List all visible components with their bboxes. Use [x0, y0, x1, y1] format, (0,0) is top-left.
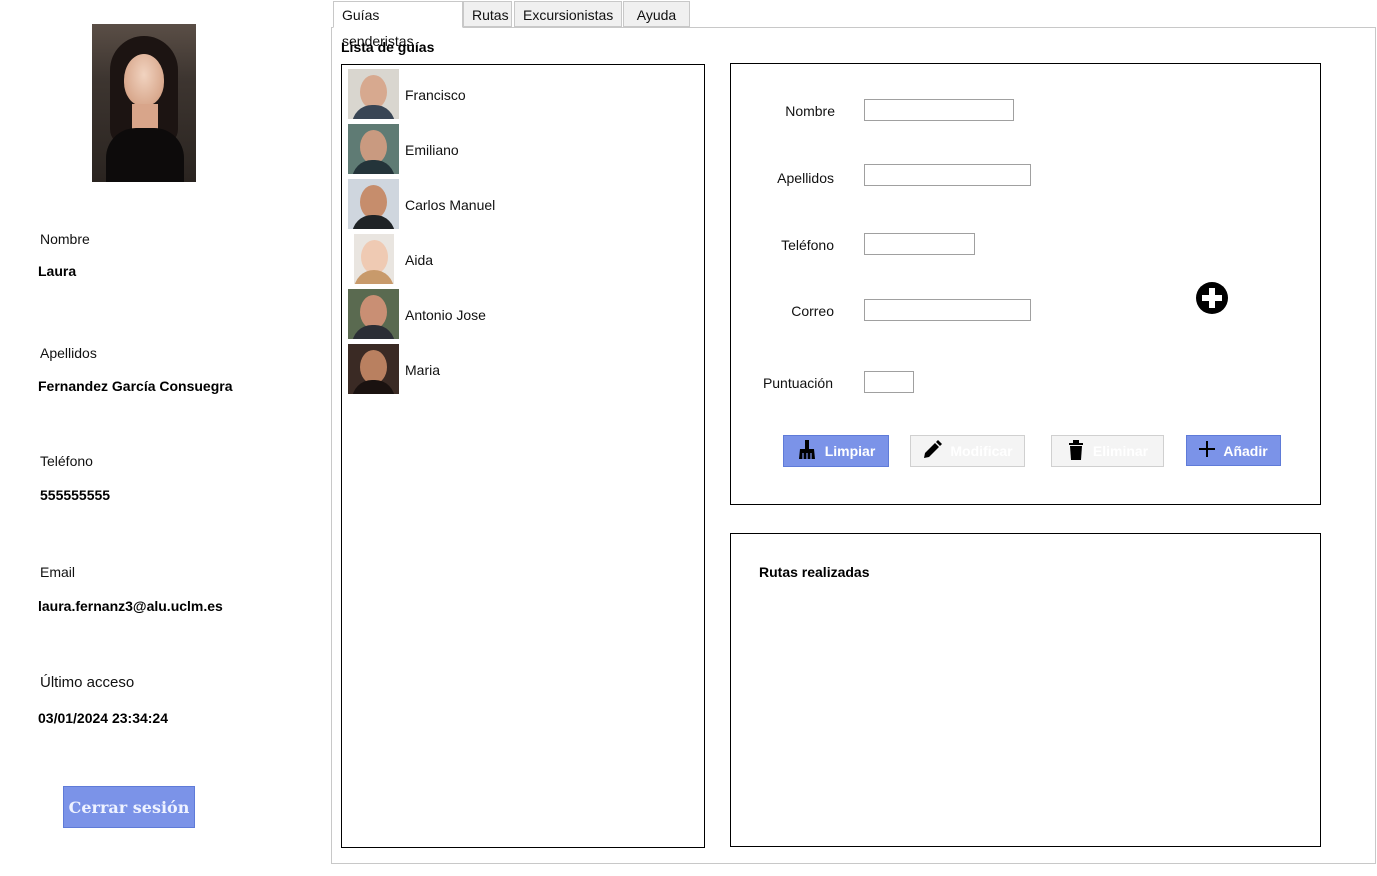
trash-icon [1067, 439, 1085, 463]
telefono-label: Teléfono [781, 237, 834, 253]
apellidos-field[interactable] [864, 164, 1031, 186]
broom-icon [797, 439, 817, 463]
anadir-label: Añadir [1223, 442, 1268, 459]
list-item[interactable]: Antonio Jose [348, 289, 648, 339]
tab-ayuda[interactable]: Ayuda [623, 1, 690, 27]
profile-ultimo-acceso-label: Último acceso [40, 674, 135, 691]
rutas-realizadas-panel [730, 533, 1321, 847]
rutas-realizadas-title: Rutas realizadas [759, 564, 870, 580]
list-item[interactable]: Maria [348, 344, 648, 394]
nombre-label: Nombre [785, 103, 835, 119]
pencil-icon [922, 439, 943, 463]
puntuacion-label: Puntuación [762, 375, 833, 391]
avatar [348, 344, 399, 394]
limpiar-button[interactable]: Limpiar [783, 435, 889, 467]
tab-guias-senderistas[interactable]: Guías senderistas [333, 1, 463, 49]
guides-list-title: Lista de guías [341, 39, 435, 55]
guide-name: Antonio Jose [405, 307, 486, 323]
profile-email-value: laura.fernanz3@alu.uclm.es [38, 598, 223, 614]
guide-name: Maria [405, 362, 441, 378]
add-photo-icon[interactable] [1195, 281, 1229, 315]
profile-email-label: Email [40, 564, 76, 580]
modificar-label: Modificar [950, 443, 1013, 459]
list-item[interactable]: Francisco [348, 69, 648, 119]
profile-apellidos-value: Fernandez García Consuegra [38, 378, 233, 394]
profile-telefono-value: 555555555 [40, 487, 111, 503]
correo-field[interactable] [864, 299, 1031, 321]
guide-name: Aida [405, 252, 434, 268]
profile-nombre-value: Laura [38, 263, 77, 279]
profile-telefono-label: Teléfono [40, 453, 93, 469]
apellidos-label: Apellidos [777, 170, 834, 186]
nombre-field[interactable] [864, 99, 1014, 121]
eliminar-button[interactable]: Eliminar [1051, 435, 1164, 467]
profile-ultimo-acceso-value: 03/01/2024 23:34:24 [38, 710, 168, 726]
logout-button[interactable]: Cerrar sesión [63, 786, 195, 828]
avatar [354, 234, 394, 284]
tab-excursionistas[interactable]: Excursionistas [514, 1, 622, 27]
anadir-button[interactable]: Añadir [1186, 435, 1281, 466]
avatar [348, 289, 399, 339]
telefono-field[interactable] [864, 233, 975, 255]
profile-nombre-label: Nombre [40, 231, 90, 247]
modificar-button[interactable]: Modificar [910, 435, 1025, 467]
list-item[interactable]: Carlos Manuel [348, 179, 648, 229]
tab-rutas[interactable]: Rutas [463, 1, 512, 27]
user-photo [92, 24, 196, 182]
list-item[interactable]: Aida [348, 234, 648, 284]
plus-icon [1199, 441, 1216, 460]
correo-label: Correo [791, 303, 834, 319]
guide-name: Francisco [405, 87, 466, 103]
profile-apellidos-label: Apellidos [40, 345, 97, 361]
limpiar-label: Limpiar [824, 443, 876, 459]
avatar [348, 69, 399, 119]
puntuacion-field[interactable] [864, 371, 914, 393]
guide-name: Carlos Manuel [405, 197, 496, 213]
list-item[interactable]: Emiliano [348, 124, 648, 174]
avatar [348, 179, 399, 229]
guide-name: Emiliano [405, 142, 459, 158]
eliminar-label: Eliminar [1092, 443, 1149, 459]
avatar [348, 124, 399, 174]
